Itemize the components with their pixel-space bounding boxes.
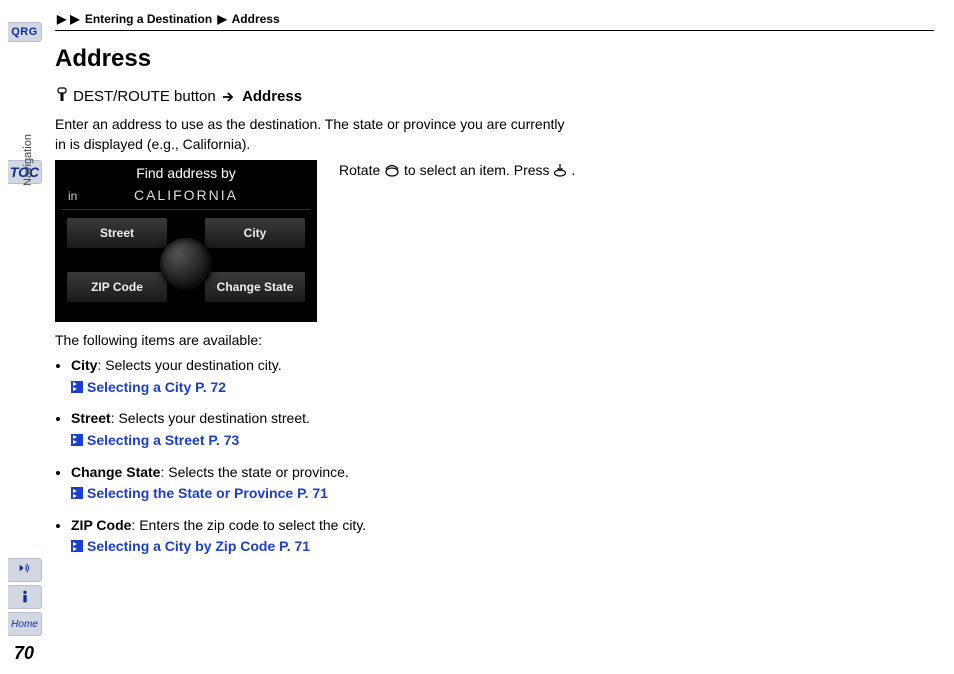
page-number: 70 (14, 643, 34, 664)
list-item: City: Selects your destination city. Sel… (71, 356, 934, 397)
screen-title: Find address by (56, 165, 316, 181)
item-desc: : Selects your destination city. (97, 357, 281, 373)
following-intro: The following items are available: (55, 332, 934, 348)
nav-path: DEST/ROUTE button Address (55, 87, 934, 105)
item-desc: : Selects your destination street. (111, 410, 310, 426)
xref-icon (71, 487, 83, 499)
voice-icon (17, 562, 33, 578)
path-button: DEST/ROUTE button (73, 88, 216, 105)
button-icon (55, 87, 69, 103)
xref-icon (71, 540, 83, 552)
path-dest: Address (242, 88, 302, 105)
screen-zip-button: ZIP Code (66, 271, 168, 303)
xref-icon (71, 381, 83, 393)
xref-link[interactable]: Selecting a Street (87, 432, 205, 448)
breadcrumb: ▶▶ Entering a Destination ▶ Address (55, 12, 934, 26)
dial-knob-icon (160, 238, 212, 290)
screen-street-button: Street (66, 217, 168, 249)
info-icon (17, 589, 33, 605)
item-desc: : Enters the zip code to select the city… (131, 517, 366, 533)
xref-page[interactable]: P. 72 (195, 379, 226, 395)
xref-page[interactable]: P. 71 (297, 485, 328, 501)
xref-page[interactable]: P. 71 (279, 538, 310, 554)
info-tab[interactable] (8, 585, 42, 609)
item-desc: : Selects the state or province. (160, 464, 348, 480)
item-name: Street (71, 410, 111, 426)
breadcrumb-b[interactable]: Address (232, 12, 280, 26)
nav-screenshot: Find address by in CALIFORNIA Street Cit… (55, 160, 317, 322)
list-item: Change State: Selects the state or provi… (71, 463, 934, 504)
intro-text: Enter an address to use as the destinati… (55, 115, 575, 154)
screen-city-button: City (204, 217, 306, 249)
qrg-tab[interactable]: QRG (8, 22, 42, 42)
list-item: ZIP Code: Enters the zip code to select … (71, 516, 934, 557)
rotate-caption: Rotate to select an item. Press . (339, 160, 934, 178)
xref-icon (71, 434, 83, 446)
screen-change-button: Change State (204, 271, 306, 303)
section-label: Navigation (22, 134, 34, 186)
breadcrumb-a[interactable]: Entering a Destination (85, 12, 212, 26)
xref-page[interactable]: P. 73 (208, 432, 239, 448)
xref-link[interactable]: Selecting a City (87, 379, 191, 395)
item-name: Change State (71, 464, 160, 480)
xref-link[interactable]: Selecting the State or Province (87, 485, 293, 501)
list-item: Street: Selects your destination street.… (71, 409, 934, 450)
arrow-right-icon (222, 92, 236, 102)
press-dial-icon (553, 163, 567, 177)
home-tab[interactable]: Home (8, 612, 42, 636)
rotate-dial-icon (384, 163, 400, 177)
voice-tab[interactable] (8, 558, 42, 582)
screen-state: CALIFORNIA (56, 187, 316, 203)
page-title: Address (55, 45, 934, 73)
item-name: City (71, 357, 97, 373)
item-name: ZIP Code (71, 517, 131, 533)
xref-link[interactable]: Selecting a City by Zip Code (87, 538, 275, 554)
